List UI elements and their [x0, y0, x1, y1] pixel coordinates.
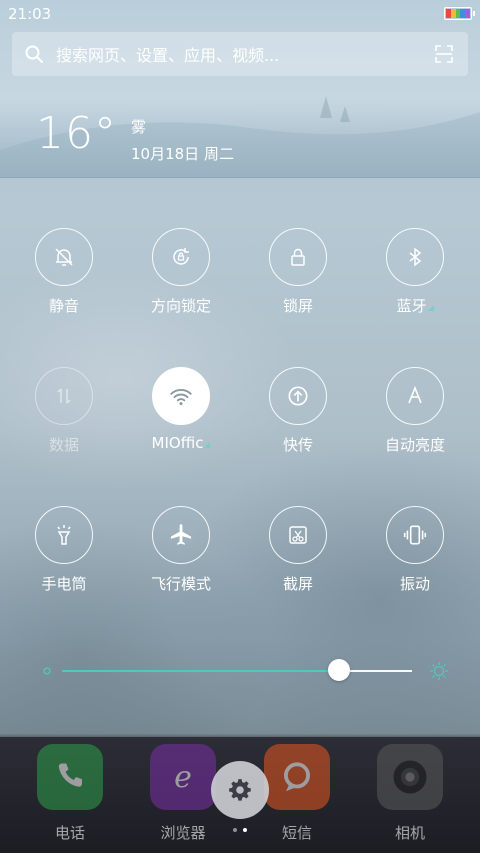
toggle-label: 自动亮度	[384, 436, 445, 454]
search-input[interactable]: 搜索网页、设置、应用、视频...	[56, 42, 434, 66]
toggle-lock-screen[interactable]: 锁屏	[243, 228, 353, 316]
mobile-data-icon	[57, 388, 71, 404]
toggle-label: 手电筒	[41, 575, 87, 593]
search-bar[interactable]: 搜索网页、设置、应用、视频...	[12, 32, 468, 76]
toggle-label: 快传	[282, 436, 313, 454]
search-icon	[25, 45, 43, 63]
dock-app-phone[interactable]: 电话	[30, 744, 110, 843]
svg-text:e: e	[174, 760, 192, 795]
weather-date: 10月18日 周二	[131, 145, 234, 163]
toggle-vibrate-button[interactable]	[386, 506, 444, 564]
toggle-silent-button[interactable]	[35, 228, 93, 286]
dock-app-messages[interactable]: 短信	[257, 744, 337, 843]
dock-label: 短信	[281, 824, 312, 842]
toggle-label: MIOffic	[126, 434, 236, 452]
brightness-slider[interactable]	[40, 655, 450, 685]
toggle-airplane-button[interactable]	[152, 506, 210, 564]
submenu-marker	[427, 305, 434, 311]
toggle-wifi-button[interactable]	[152, 367, 210, 425]
brightness-fill	[62, 670, 339, 672]
quick-transfer-icon	[288, 386, 308, 406]
wifi-icon	[170, 389, 192, 406]
flashlight-icon	[57, 525, 71, 545]
brightness-low-icon	[43, 667, 51, 675]
dock-label: 电话	[54, 824, 85, 842]
dock-label: 相机	[394, 824, 425, 842]
toggle-flashlight[interactable]: 手电筒	[9, 506, 119, 594]
toggle-quick-transfer-button[interactable]	[269, 367, 327, 425]
toggle-auto-brightness[interactable]: 自动亮度	[360, 367, 470, 455]
toggle-label: 截屏	[282, 575, 313, 593]
weather-widget[interactable]: 16° 雾 10月18日 周二	[36, 108, 234, 164]
page-dot-active	[243, 828, 247, 832]
toggle-rotation-lock-button[interactable]	[152, 228, 210, 286]
scan-icon[interactable]	[434, 44, 454, 64]
camera-icon[interactable]	[377, 744, 443, 810]
status-clock: 21:03	[8, 5, 52, 23]
airplane-icon	[170, 524, 192, 545]
browser-icon[interactable]: e	[150, 744, 216, 810]
bluetooth-icon	[409, 247, 422, 267]
dock-app-camera[interactable]: 相机	[370, 744, 450, 843]
weather-condition: 雾	[131, 118, 147, 136]
settings-button[interactable]	[211, 761, 269, 819]
toggle-label: 数据	[48, 436, 79, 454]
toggle-label: 静音	[48, 297, 79, 315]
toggle-mobile-data-button[interactable]	[35, 367, 93, 425]
toggle-quick-transfer[interactable]: 快传	[243, 367, 353, 455]
toggle-rotation-lock[interactable]: 方向锁定	[126, 228, 236, 316]
toggle-mobile-data[interactable]: 数据	[9, 367, 119, 455]
toggle-screenshot-button[interactable]	[269, 506, 327, 564]
toggle-screenshot[interactable]: 截屏	[243, 506, 353, 594]
toggle-wifi[interactable]: MIOffic	[126, 367, 236, 452]
brightness-thumb[interactable]	[327, 659, 350, 681]
vibrate-icon	[403, 525, 427, 545]
toggle-label: 振动	[399, 575, 430, 593]
toggle-label: 蓝牙	[360, 295, 470, 316]
page-indicator	[233, 828, 247, 832]
message-icon[interactable]	[264, 744, 330, 810]
toggle-silent[interactable]: 静音	[9, 228, 119, 316]
rotation-lock-icon	[173, 248, 189, 265]
toggle-lock-screen-button[interactable]	[269, 228, 327, 286]
lock-icon	[291, 248, 305, 266]
screenshot-icon	[289, 526, 307, 544]
page-dot	[233, 828, 237, 832]
brightness-high-icon	[430, 662, 448, 680]
toggle-bluetooth-button[interactable]	[386, 228, 444, 286]
dock-label: 浏览器	[160, 824, 206, 842]
auto-brightness-icon	[408, 385, 422, 404]
submenu-marker	[204, 442, 211, 448]
weather-temperature: 16°	[36, 108, 117, 159]
toggle-label: 锁屏	[282, 297, 313, 315]
gear-icon	[229, 779, 251, 801]
toggle-flashlight-button[interactable]	[35, 506, 93, 564]
toggle-label: 方向锁定	[150, 297, 211, 315]
toggle-label-text: MIOffic	[151, 434, 204, 452]
toggle-airplane[interactable]: 飞行模式	[126, 506, 236, 594]
phone-icon[interactable]	[37, 744, 103, 810]
bell-off-icon	[55, 248, 73, 266]
toggle-bluetooth[interactable]: 蓝牙	[360, 228, 470, 316]
toggle-label: 飞行模式	[150, 575, 211, 593]
battery-icon	[444, 7, 475, 20]
toggle-label-text: 蓝牙	[396, 297, 427, 315]
toggle-auto-brightness-button[interactable]	[386, 367, 444, 425]
toggle-vibrate[interactable]: 振动	[360, 506, 470, 594]
status-bar: 21:03	[0, 0, 480, 28]
